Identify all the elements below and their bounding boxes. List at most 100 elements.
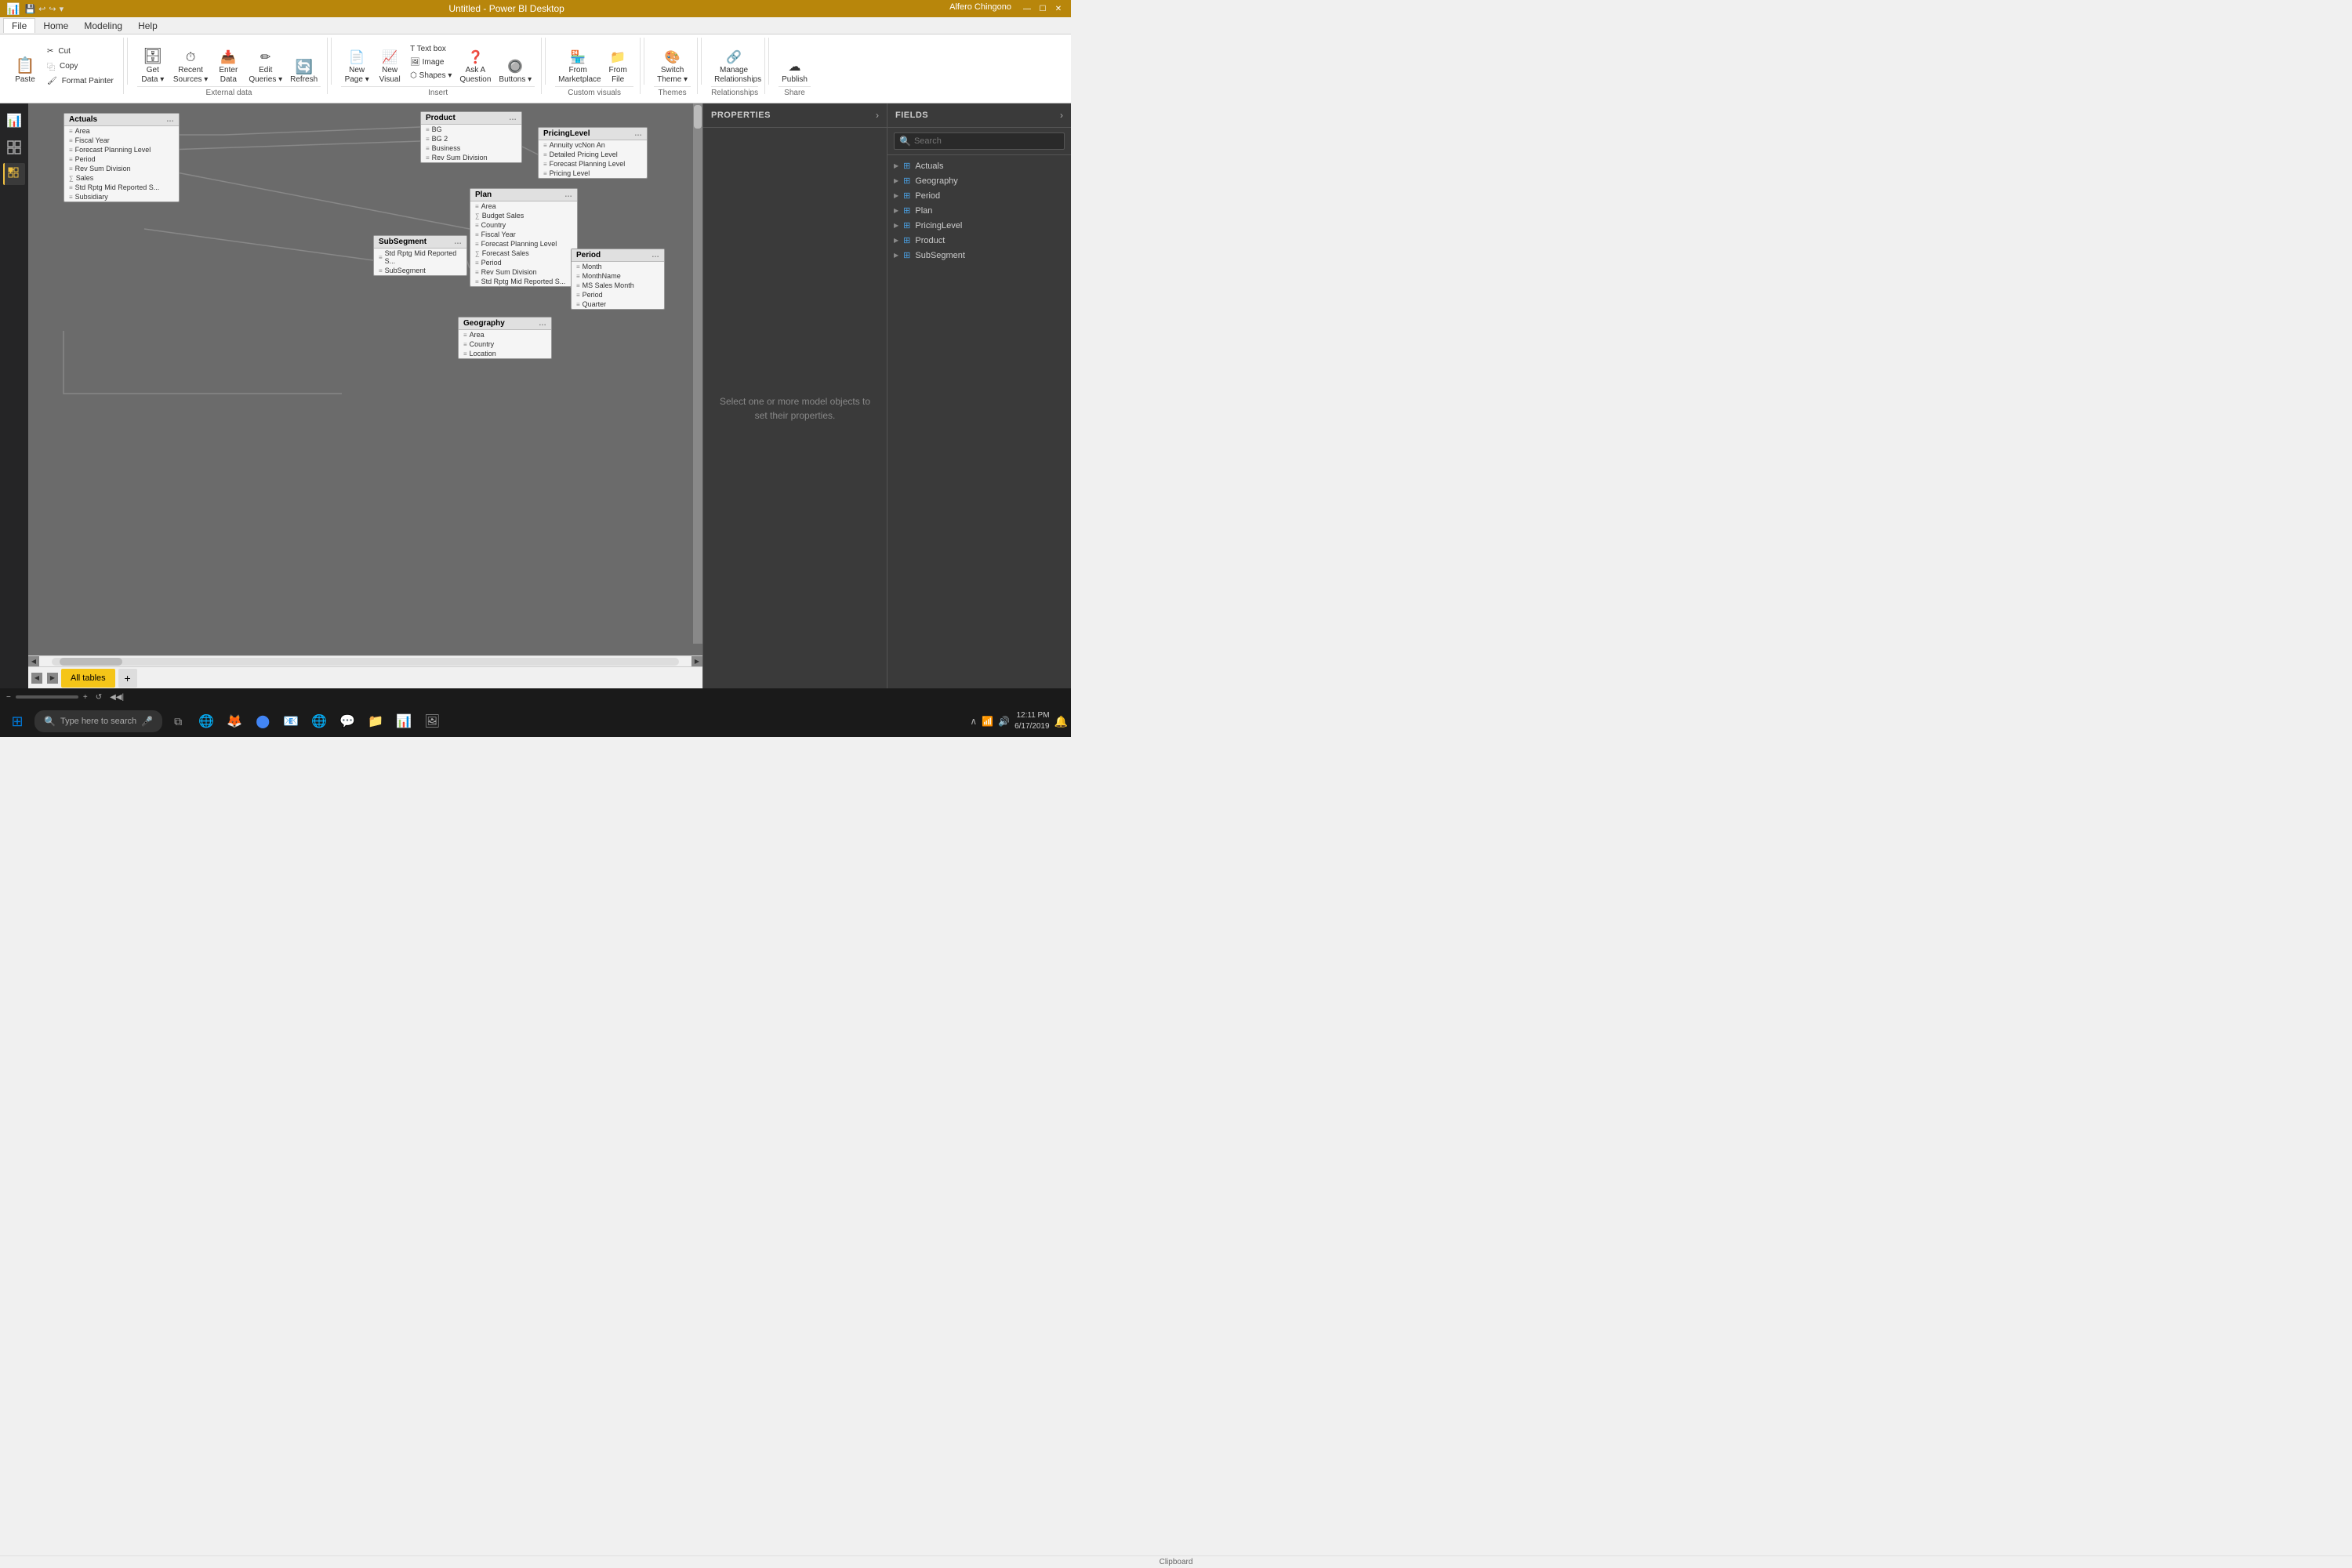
fields-search-input[interactable]: [914, 136, 1059, 146]
new-visual-button[interactable]: 📈 NewVisual: [374, 38, 405, 86]
actuals-menu[interactable]: …: [166, 115, 174, 124]
network-icon[interactable]: 🌐: [307, 709, 332, 734]
fields-expand-button[interactable]: ›: [1060, 110, 1063, 121]
field-group-pricinglevel[interactable]: ▶ ⊞ PricingLevel: [887, 218, 1071, 233]
tab-all-tables[interactable]: All tables: [61, 669, 115, 688]
table-subsegment[interactable]: SubSegment … ≡Std Rptg Mid Reported S...…: [373, 235, 467, 276]
menu-file[interactable]: File: [3, 18, 35, 33]
sidebar-data-icon[interactable]: [3, 136, 25, 158]
edge-icon[interactable]: 🌐: [194, 709, 219, 734]
table-period[interactable]: Period … ≡Month ≡MonthName ≡MS Sales Mon…: [571, 249, 665, 310]
chrome-icon[interactable]: ⬤: [250, 709, 275, 734]
buttons-button[interactable]: 🔘 Buttons ▾: [495, 38, 535, 86]
from-marketplace-button[interactable]: 🏪 FromMarketplace: [555, 38, 601, 86]
volume-icon[interactable]: 🔊: [998, 716, 1010, 727]
tab-add-button[interactable]: +: [118, 669, 137, 688]
notification-button[interactable]: 🔔: [1054, 715, 1068, 728]
get-data-button[interactable]: 🗄 GetData ▾: [137, 38, 169, 86]
image-button[interactable]: 🖼 Image: [407, 56, 455, 68]
geography-menu[interactable]: …: [539, 319, 546, 328]
field-group-product[interactable]: ▶ ⊞ Product: [887, 233, 1071, 248]
table-geography[interactable]: Geography … ≡Area ≡Country ≡Location: [458, 317, 552, 359]
paste-button[interactable]: 📋 Paste: [9, 38, 41, 86]
fields-title: FIELDS: [895, 111, 928, 120]
switch-theme-button[interactable]: 🎨 SwitchTheme ▾: [654, 38, 691, 86]
close-button[interactable]: ✕: [1052, 2, 1065, 15]
photos-icon[interactable]: 🖼: [419, 709, 445, 734]
teams-icon[interactable]: 💬: [335, 709, 360, 734]
task-view-button[interactable]: ⧉: [165, 709, 191, 734]
window-controls-right: Alfero Chingono — ☐ ✕: [949, 2, 1065, 15]
properties-expand-button[interactable]: ›: [876, 110, 879, 121]
fields-header: FIELDS ›: [887, 103, 1071, 128]
table-plan[interactable]: Plan … ≡Area ∑Budget Sales ≡Country ≡Fis…: [470, 188, 578, 287]
paste-icon: 📋: [16, 58, 35, 74]
table-product[interactable]: Product … ≡BG ≡BG 2 ≡Business ≡Rev Sum D…: [420, 111, 522, 163]
network-status-icon[interactable]: 📶: [982, 716, 993, 727]
subsegment-menu[interactable]: …: [454, 238, 462, 246]
tab-prev-button[interactable]: ◀: [31, 673, 42, 684]
up-arrow-icon[interactable]: ∧: [970, 716, 977, 727]
scrollbar-track-h[interactable]: [52, 658, 679, 666]
outlook-icon[interactable]: 📧: [278, 709, 303, 734]
sidebar-model-icon[interactable]: [3, 163, 25, 185]
menu-help[interactable]: Help: [130, 19, 165, 33]
shapes-button[interactable]: ⬡ Shapes ▾: [407, 70, 455, 82]
field-group-period[interactable]: ▶ ⊞ Period: [887, 188, 1071, 203]
canvas-horizontal-scrollbar[interactable]: ◀ ▶: [28, 655, 702, 666]
zoom-plus-button[interactable]: +: [83, 693, 88, 702]
new-page-button[interactable]: 📄 NewPage ▾: [341, 38, 372, 86]
minimize-button[interactable]: —: [1021, 2, 1033, 15]
cut-button[interactable]: ✂ Cut: [44, 45, 117, 57]
format-painter-button[interactable]: 🖌 Format Painter: [44, 75, 117, 87]
sidebar-report-icon[interactable]: 📊: [3, 110, 25, 132]
manage-relationships-button[interactable]: 🔗 ManageRelationships: [711, 38, 757, 86]
publish-button[interactable]: ☁ Publish: [779, 38, 811, 86]
firefox-icon[interactable]: 🦊: [222, 709, 247, 734]
vscroll-thumb[interactable]: [694, 105, 702, 129]
period-menu[interactable]: …: [652, 251, 659, 260]
properties-empty-text: Select one or more model objects to set …: [719, 394, 871, 423]
tab-next-button[interactable]: ▶: [47, 673, 58, 684]
clock[interactable]: 12:11 PM 6/17/2019: [1014, 710, 1050, 732]
filemanager-icon[interactable]: 📁: [363, 709, 388, 734]
edit-queries-button[interactable]: ✏ EditQueries ▾: [245, 38, 285, 86]
fit-controls[interactable]: ◀◀|: [110, 693, 124, 702]
new-visual-icon: 📈: [382, 52, 397, 64]
field-group-plan[interactable]: ▶ ⊞ Plan: [887, 203, 1071, 218]
table-pricinglevel[interactable]: PricingLevel … ≡Annuity vcNon An ≡Detail…: [538, 127, 648, 179]
powerbi-taskbar-icon[interactable]: 📊: [391, 709, 416, 734]
ask-question-button[interactable]: ❓ Ask AQuestion: [456, 38, 494, 86]
zoom-slider[interactable]: [16, 695, 78, 699]
plan-menu[interactable]: …: [564, 191, 572, 199]
diagram-canvas[interactable]: Actuals … ≡Area ≡Fiscal Year ≡Forecast P…: [28, 103, 702, 655]
user-name: Alfero Chingono: [949, 2, 1011, 15]
field-group-geography[interactable]: ▶ ⊞ Geography: [887, 173, 1071, 188]
copy-button[interactable]: ⿻ Copy: [44, 59, 117, 74]
scroll-right-button[interactable]: ▶: [691, 656, 702, 667]
refresh-button[interactable]: 🔄 Refresh: [287, 38, 321, 86]
system-icons: ∧ 📶 🔊: [970, 716, 1010, 727]
pricinglevel-menu[interactable]: …: [634, 129, 642, 138]
field-group-subsegment[interactable]: ▶ ⊞ SubSegment: [887, 248, 1071, 263]
ribbon-group-clipboard: 📋 Paste ✂ Cut ⿻ Copy 🖌 Format Painter Cl…: [3, 38, 124, 94]
table-actuals[interactable]: Actuals … ≡Area ≡Fiscal Year ≡Forecast P…: [64, 113, 180, 202]
recent-sources-button[interactable]: ⏱ RecentSources ▾: [170, 38, 211, 86]
field-group-actuals[interactable]: ▶ ⊞ Actuals: [887, 158, 1071, 173]
product-menu[interactable]: …: [509, 114, 517, 122]
start-button[interactable]: ⊞: [3, 707, 31, 735]
scroll-left-button[interactable]: ◀: [28, 656, 39, 667]
enter-data-button[interactable]: 📥 EnterData: [212, 38, 244, 86]
scrollbar-thumb-h[interactable]: [60, 658, 122, 666]
from-file-button[interactable]: 📁 FromFile: [602, 38, 633, 86]
canvas-vertical-scrollbar[interactable]: [693, 103, 702, 644]
properties-title: PROPERTIES: [711, 111, 771, 120]
maximize-button[interactable]: ☐: [1036, 2, 1049, 15]
menu-modeling[interactable]: Modeling: [76, 19, 130, 33]
search-button[interactable]: 🔍 Type here to search 🎤: [34, 710, 162, 732]
menu-home[interactable]: Home: [35, 19, 76, 33]
textbox-button[interactable]: T Text box: [407, 43, 455, 55]
zoom-minus-button[interactable]: −: [6, 693, 11, 702]
zoom-reset-button[interactable]: ↺: [96, 693, 102, 702]
ribbon-group-custom-visuals: 🏪 FromMarketplace 📁 FromFile Custom visu…: [549, 38, 641, 94]
